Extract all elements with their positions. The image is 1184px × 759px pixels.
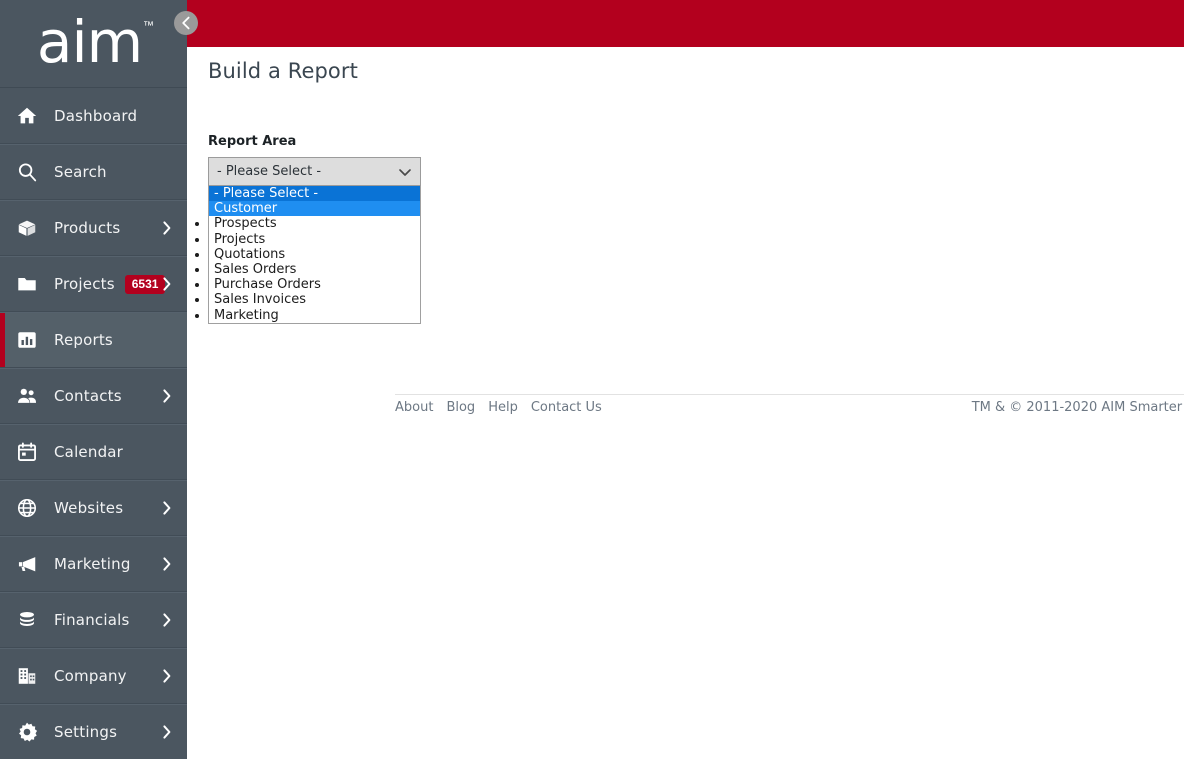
footer-copyright: TM & © 2011-2020 AIM Smarter Ltd. All Ri… bbox=[971, 400, 1184, 415]
globe-icon bbox=[12, 495, 42, 521]
sidebar-item-search[interactable]: Search bbox=[0, 144, 187, 200]
report-area-option[interactable]: Sales Invoices bbox=[209, 292, 420, 307]
report-area-option[interactable]: Customer bbox=[209, 201, 420, 217]
main-content: Build a Report Report Area - Please Sele… bbox=[187, 47, 1184, 759]
sidebar-item-label: Search bbox=[54, 163, 107, 181]
sidebar-item-label: Products bbox=[54, 219, 121, 237]
footer-link-contact-us[interactable]: Contact Us bbox=[531, 400, 602, 415]
sidebar-item-expand-chevron[interactable] bbox=[161, 500, 173, 516]
sidebar-item-label: Calendar bbox=[54, 443, 124, 461]
logo-trademark-symbol: ™ bbox=[143, 20, 154, 32]
report-area-option[interactable]: Marketing bbox=[209, 308, 420, 323]
chevron-right-icon bbox=[163, 669, 171, 683]
calendar-icon bbox=[12, 439, 42, 465]
report-area-option[interactable]: - Please Select - bbox=[209, 186, 420, 202]
sidebar-item-expand-chevron[interactable] bbox=[161, 724, 173, 740]
sidebar-item-badge: 6531 bbox=[124, 274, 166, 294]
bar-chart-icon bbox=[12, 327, 42, 353]
chevron-right-icon bbox=[163, 557, 171, 571]
search-icon bbox=[12, 159, 42, 185]
sidebar-collapse-button[interactable] bbox=[174, 11, 198, 35]
page-title: Build a Report bbox=[208, 59, 358, 83]
footer-link-blog[interactable]: Blog bbox=[446, 400, 475, 415]
report-area-select[interactable]: - Please Select - bbox=[208, 157, 421, 186]
report-area-option[interactable]: Projects bbox=[209, 232, 420, 247]
building-icon bbox=[12, 663, 42, 689]
sidebar-item-label: Dashboard bbox=[54, 106, 138, 125]
report-area-label: Report Area bbox=[208, 134, 297, 149]
home-icon bbox=[12, 103, 42, 129]
logo[interactable]: aim ™ bbox=[0, 0, 187, 88]
sidebar-item-calendar[interactable]: Calendar bbox=[0, 424, 187, 480]
chevron-right-icon bbox=[163, 221, 171, 235]
box-icon bbox=[12, 215, 42, 241]
chevron-left-icon bbox=[182, 16, 190, 30]
sidebar: aim ™ Dashboard Search Products Projects 653… bbox=[0, 0, 187, 759]
report-area-option[interactable]: Purchase Orders bbox=[209, 277, 420, 292]
report-area-selected-value: - Please Select - bbox=[217, 164, 322, 179]
chevron-right-icon bbox=[163, 389, 171, 403]
sidebar-item-expand-chevron[interactable] bbox=[161, 220, 173, 236]
report-area-select-wrapper: - Please Select - - Please Select -Custo… bbox=[208, 157, 421, 324]
sidebar-item-label: Financials bbox=[54, 611, 130, 629]
sidebar-item-marketing[interactable]: Marketing bbox=[0, 536, 187, 592]
sidebar-item-company[interactable]: Company bbox=[0, 648, 187, 704]
sidebar-item-label: Reports bbox=[54, 331, 113, 349]
folder-icon bbox=[12, 271, 42, 297]
chevron-right-icon bbox=[163, 501, 171, 515]
sidebar-item-label: Company bbox=[54, 667, 127, 685]
report-area-option[interactable]: Prospects bbox=[209, 216, 420, 231]
sidebar-item-expand-chevron[interactable] bbox=[161, 556, 173, 572]
report-area-option[interactable]: Sales Orders bbox=[209, 262, 420, 277]
gear-icon bbox=[12, 719, 42, 745]
coins-icon bbox=[12, 607, 42, 633]
footer: About Blog Help Contact Us TM & © 2011-2020… bbox=[395, 394, 1184, 415]
footer-link-about[interactable]: About bbox=[395, 400, 433, 415]
sidebar-item-expand-chevron[interactable] bbox=[161, 612, 173, 628]
chevron-right-icon bbox=[163, 613, 171, 627]
sidebar-item-financials[interactable]: Financials bbox=[0, 592, 187, 648]
sidebar-item-settings[interactable]: Settings bbox=[0, 704, 187, 759]
sidebar-item-reports[interactable]: Reports bbox=[0, 312, 187, 368]
sidebar-item-contacts[interactable]: Contacts bbox=[0, 368, 187, 424]
top-header-bar bbox=[187, 0, 1184, 47]
chevron-right-icon bbox=[163, 725, 171, 739]
sidebar-nav: Dashboard Search Products Projects 6531 Repor… bbox=[0, 88, 187, 759]
chevron-right-icon bbox=[163, 277, 171, 291]
sidebar-item-expand-chevron[interactable] bbox=[161, 388, 173, 404]
sidebar-item-label: Websites bbox=[54, 499, 124, 517]
people-icon bbox=[12, 383, 42, 409]
app-root: aim ™ Dashboard Search Products Projects 653… bbox=[0, 0, 1184, 759]
sidebar-item-projects[interactable]: Projects 6531 bbox=[0, 256, 187, 312]
sidebar-item-label: Projects bbox=[54, 275, 115, 293]
footer-link-help[interactable]: Help bbox=[488, 400, 518, 415]
sidebar-item-label: Marketing bbox=[54, 555, 131, 573]
sidebar-item-expand-chevron[interactable] bbox=[161, 276, 173, 292]
sidebar-item-products[interactable]: Products bbox=[0, 200, 187, 256]
footer-link-group: About Blog Help Contact Us bbox=[395, 400, 602, 415]
sidebar-item-expand-chevron[interactable] bbox=[161, 668, 173, 684]
sidebar-item-websites[interactable]: Websites bbox=[0, 480, 187, 536]
sidebar-item-dashboard[interactable]: Dashboard bbox=[0, 88, 187, 144]
report-builder-form: Report Area - Please Select - - Please S… bbox=[187, 83, 1184, 324]
megaphone-icon bbox=[12, 551, 42, 577]
report-area-option-list[interactable]: - Please Select -CustomerProspectsProjec… bbox=[208, 186, 421, 324]
sidebar-item-label: Settings bbox=[54, 723, 118, 741]
logo-text: aim bbox=[36, 7, 143, 76]
report-area-option[interactable]: Quotations bbox=[209, 247, 420, 262]
sidebar-item-label: Contacts bbox=[54, 387, 122, 405]
